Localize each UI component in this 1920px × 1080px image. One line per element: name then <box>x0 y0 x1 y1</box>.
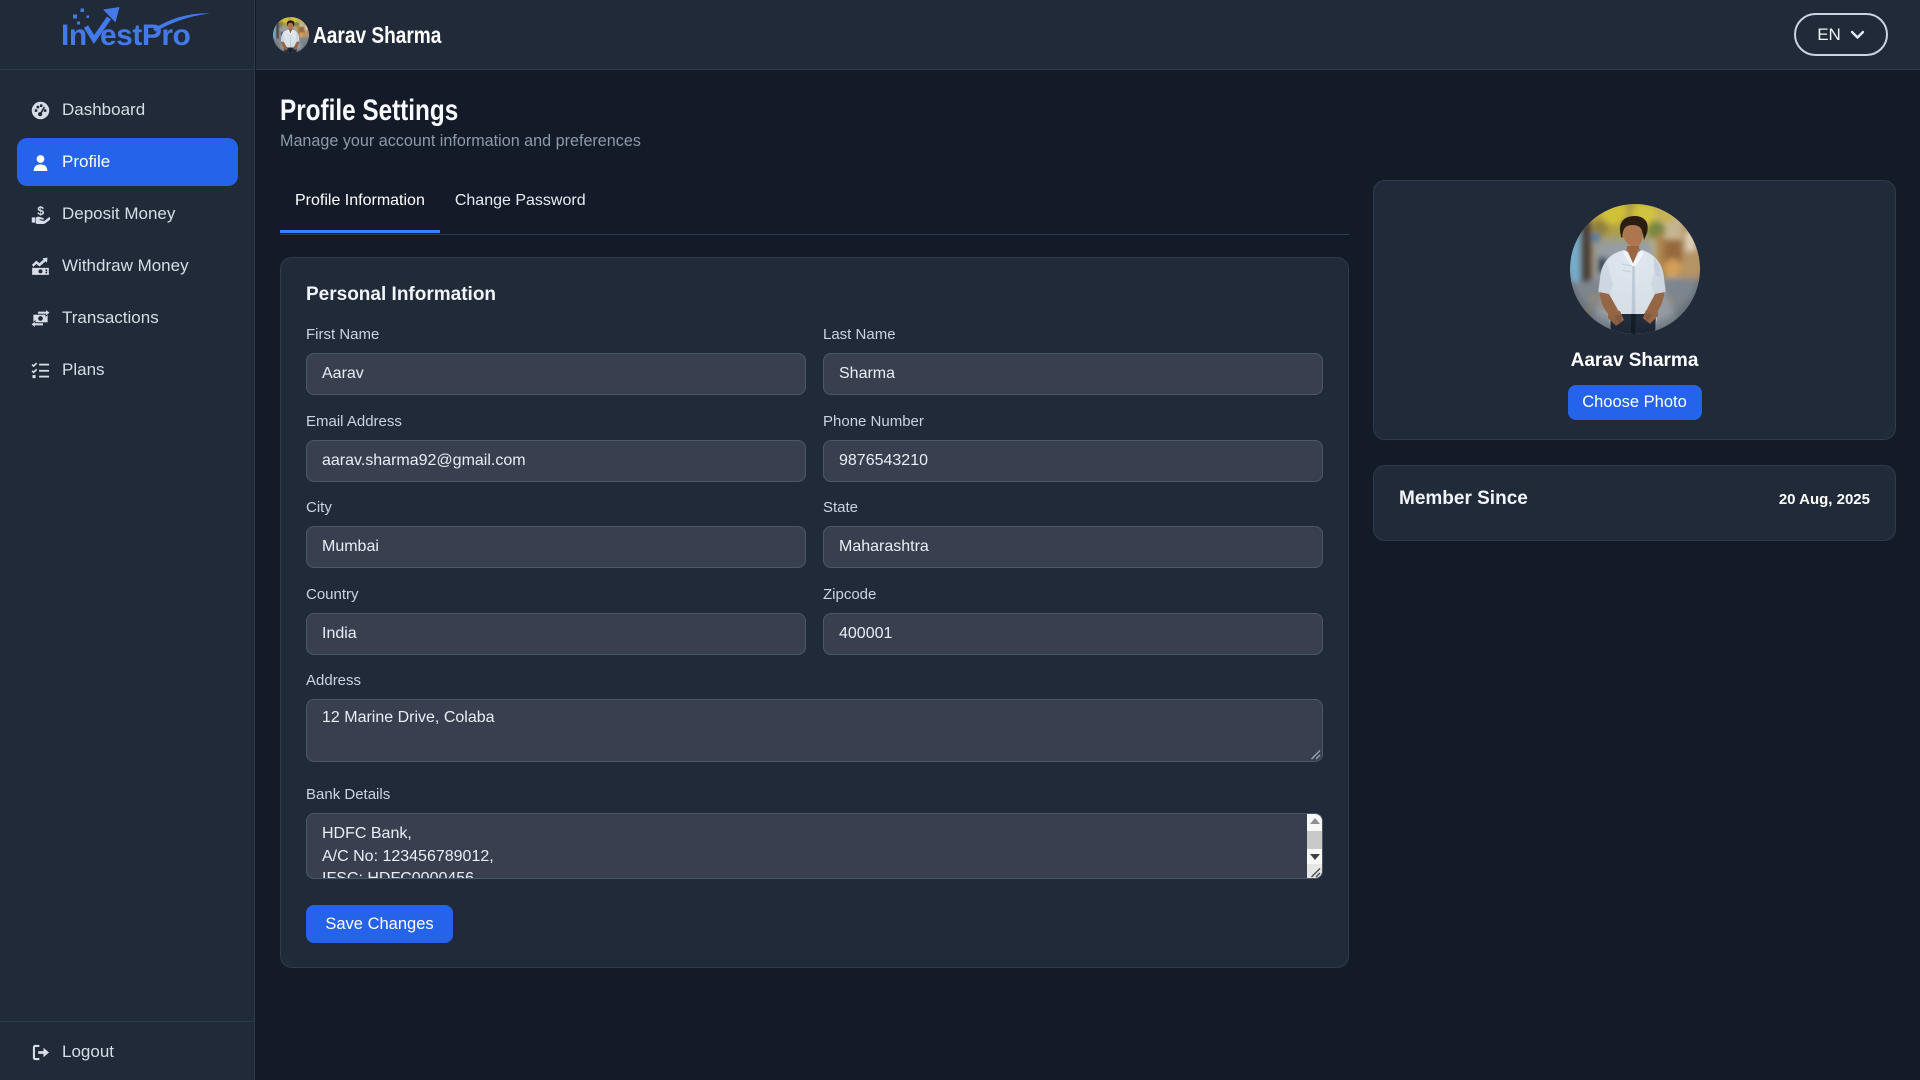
svg-text:estPro: estPro <box>100 19 191 52</box>
svg-text:In: In <box>61 19 87 52</box>
svg-text:$: $ <box>37 205 44 218</box>
